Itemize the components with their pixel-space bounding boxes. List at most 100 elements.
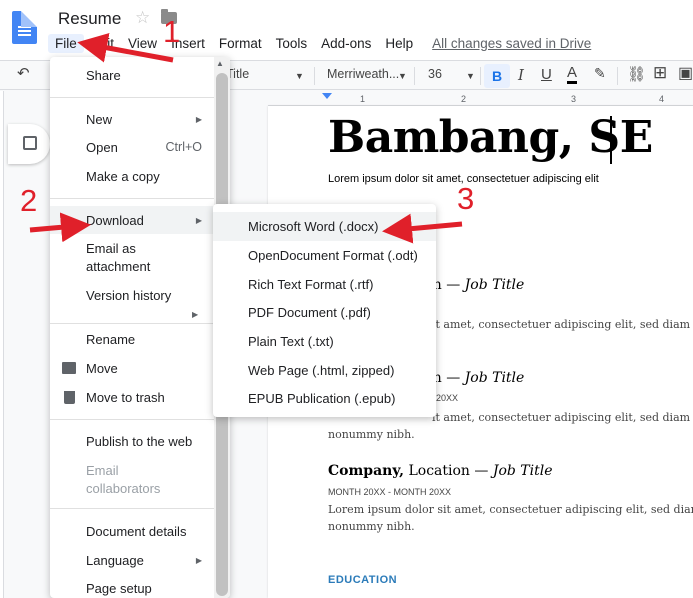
menu-edit[interactable]: Edit <box>84 34 121 53</box>
ruler-mark: 3 <box>571 94 577 104</box>
job-description[interactable]: it amet, consectetuer adipiscing elit, s… <box>432 411 690 424</box>
italic-button[interactable]: I <box>518 66 524 84</box>
menu-item-move-to-trash[interactable]: Move to trash <box>50 383 214 411</box>
download-odt[interactable]: OpenDocument Format (.odt) <box>213 241 436 270</box>
label-line: Email as <box>86 241 136 256</box>
resume-name-heading[interactable]: Bambang, SE <box>328 112 653 163</box>
label-line: attachment <box>86 259 151 274</box>
menu-view[interactable]: View <box>121 34 164 53</box>
job-title: Job Title <box>492 463 553 479</box>
document-outline-button[interactable] <box>8 124 50 164</box>
download-txt[interactable]: Plain Text (.txt) <box>213 327 436 356</box>
highlight-icon[interactable]: ✎ <box>594 65 606 82</box>
step-3-label: 3 <box>457 181 475 216</box>
left-ruler <box>0 91 4 598</box>
document-title[interactable]: Resume <box>58 9 121 29</box>
menu-divider <box>50 97 214 98</box>
menu-item-label: Move to trash <box>86 389 165 405</box>
step-2-label: 2 <box>20 183 38 218</box>
download-epub[interactable]: EPUB Publication (.epub) <box>213 384 436 413</box>
menu-item-version-history[interactable]: Version history <box>50 281 214 309</box>
menu-item-move[interactable]: Move <box>50 354 214 382</box>
job-dates[interactable]: MONTH 20XX - MONTH 20XX <box>328 487 451 497</box>
education-heading[interactable]: EDUCATION <box>328 574 397 586</box>
docs-logo-icon[interactable] <box>12 11 37 44</box>
download-pdf[interactable]: PDF Document (.pdf) <box>213 298 436 327</box>
file-menu: Share New ▶ Open Ctrl+O Make a copy Downlo… <box>50 57 230 598</box>
image-icon[interactable]: ▣ <box>678 63 693 83</box>
title-bar: Resume ☆ File Edit View Insert Format To… <box>0 0 693 60</box>
underline-button[interactable]: U <box>541 66 552 83</box>
menu-item-label: Version history <box>86 287 172 303</box>
menu-item-label: Document details <box>86 523 187 539</box>
menu-item-share[interactable]: Share <box>50 61 214 89</box>
indent-marker[interactable] <box>322 93 332 99</box>
menu-item-open[interactable]: Open Ctrl+O <box>50 133 214 161</box>
label-line: Email <box>86 463 119 478</box>
job-description[interactable]: it amet, consectetuer adipiscing elit, s… <box>432 318 690 331</box>
menu-file[interactable]: File <box>48 33 84 53</box>
menu-item-label: Page setup <box>86 580 152 596</box>
menu-item-publish[interactable]: Publish to the web <box>50 427 214 455</box>
menu-item-email-attachment[interactable]: Email as attachment <box>50 234 214 278</box>
dash: — <box>441 277 465 293</box>
style-dropdown-icon[interactable]: ▼ <box>295 71 304 81</box>
menu-item-make-copy[interactable]: Make a copy <box>50 162 214 190</box>
menu-item-download[interactable]: Download ▶ <box>50 206 214 234</box>
menu-item-label: Download <box>86 212 144 228</box>
font-select[interactable]: Merriweath... <box>327 67 399 81</box>
menu-bar: File Edit View Insert Format Tools Add-o… <box>48 32 591 54</box>
download-html[interactable]: Web Page (.html, zipped) <box>213 356 436 385</box>
bold-button[interactable]: B <box>484 64 510 88</box>
menu-item-label: Email collaborators <box>86 462 160 498</box>
job-title: Job Title <box>464 277 525 293</box>
download-rtf[interactable]: Rich Text Format (.rtf) <box>213 270 436 299</box>
shortcut-label: Ctrl+O <box>165 140 202 154</box>
download-docx[interactable]: Microsoft Word (.docx) <box>213 212 436 241</box>
submenu-arrow-icon: ▶ <box>195 215 202 225</box>
menu-item-label: New <box>86 111 113 127</box>
menu-item-label: Move <box>86 360 118 376</box>
outline-icon <box>23 136 37 150</box>
star-icon[interactable]: ☆ <box>135 8 150 28</box>
job-dates[interactable]: 20XX <box>436 393 458 403</box>
job-description[interactable]: Lorem ipsum dolor sit amet, consectetuer… <box>328 503 693 516</box>
submenu-arrow-icon: ▶ <box>195 114 202 124</box>
menu-item-label: Share <box>86 67 121 83</box>
menu-addons[interactable]: Add-ons <box>314 34 378 53</box>
scroll-up-icon[interactable]: ▲ <box>216 59 224 68</box>
job-heading[interactable]: Company, Location — Job Title <box>328 463 553 479</box>
font-dropdown-icon[interactable]: ▼ <box>398 71 407 81</box>
menu-item-label: Rename <box>86 331 136 347</box>
step-1-label: 1 <box>163 14 181 49</box>
menu-help[interactable]: Help <box>378 34 420 53</box>
menu-item-page-setup[interactable]: Page setup <box>50 574 214 598</box>
job-description[interactable]: nonummy nibh. <box>328 520 415 533</box>
font-size-select[interactable]: 36 <box>428 67 442 81</box>
submenu-arrow-icon: ▶ <box>195 555 202 565</box>
ruler-mark: 1 <box>360 94 366 104</box>
toolbar-divider <box>414 67 415 85</box>
toolbar-divider <box>480 67 481 85</box>
menu-item-rename[interactable]: Rename <box>50 325 214 353</box>
comment-icon[interactable]: ⊞ <box>653 63 667 83</box>
ruler-mark: 4 <box>659 94 665 104</box>
menu-item-label: Open <box>86 139 118 155</box>
save-status-link[interactable]: All changes saved in Drive <box>432 36 591 51</box>
menu-item-label: Email as attachment <box>86 240 150 276</box>
menu-format[interactable]: Format <box>212 34 269 53</box>
text-color-button[interactable]: A <box>567 65 578 84</box>
link-icon[interactable]: ⛓ <box>627 65 646 83</box>
menu-tools[interactable]: Tools <box>269 34 315 53</box>
job-description[interactable]: nonummy nibh. <box>328 428 415 441</box>
folder-icon <box>62 362 76 374</box>
undo-icon[interactable]: ↶ <box>17 64 30 82</box>
ruler-mark: 2 <box>461 94 467 104</box>
menu-item-new[interactable]: New ▶ <box>50 105 214 133</box>
job-location: Location <box>404 463 470 479</box>
menu-item-language[interactable]: Language ▶ <box>50 546 214 574</box>
label-line: collaborators <box>86 481 161 496</box>
font-size-dropdown-icon[interactable]: ▼ <box>466 71 475 81</box>
menu-divider <box>50 323 214 324</box>
menu-item-document-details[interactable]: Document details <box>50 517 214 545</box>
